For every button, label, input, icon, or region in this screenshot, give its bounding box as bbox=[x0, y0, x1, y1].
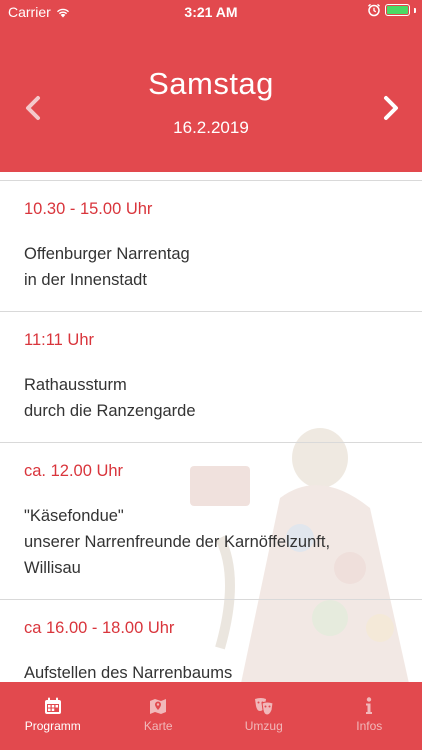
event-item[interactable]: 10.30 - 15.00 Uhr Offenburger Narrentag … bbox=[0, 180, 422, 311]
masks-icon bbox=[254, 698, 274, 716]
battery-icon bbox=[385, 4, 410, 16]
tab-label: Umzug bbox=[244, 719, 283, 733]
chevron-right-icon[interactable] bbox=[376, 94, 404, 122]
calendar-icon bbox=[44, 697, 61, 714]
battery-fill bbox=[387, 6, 408, 14]
tab-label: Karte bbox=[143, 719, 173, 733]
map-icon bbox=[150, 699, 167, 714]
event-list[interactable]: 10.30 - 15.00 Uhr Offenburger Narrentag … bbox=[0, 180, 422, 682]
event-item[interactable]: 11:11 Uhr Rathaussturm durch die Ranzeng… bbox=[0, 311, 422, 442]
event-description: Rathaussturm durch die Ranzengarde bbox=[24, 376, 196, 420]
day-title: Samstag bbox=[148, 66, 274, 101]
status-bar: Carrier 3:21 AM bbox=[0, 0, 422, 24]
event-description: Offenburger Narrentag in der Innenstadt bbox=[24, 245, 190, 289]
tab-umzug[interactable]: Umzug bbox=[211, 682, 317, 750]
tab-karte[interactable]: Karte bbox=[106, 682, 212, 750]
tab-bar: Programm Karte Umzug Infos bbox=[0, 682, 422, 750]
event-description: Aufstellen des Narrenbaums bbox=[24, 664, 233, 682]
tab-label: Programm bbox=[24, 719, 81, 733]
tab-label: Infos bbox=[356, 719, 383, 733]
header: Carrier 3:21 AM Samstag 16.2.2019 bbox=[0, 0, 422, 172]
info-icon bbox=[366, 697, 373, 714]
event-item[interactable]: ca 16.00 - 18.00 Uhr Aufstellen des Narr… bbox=[0, 599, 422, 682]
tab-infos[interactable]: Infos bbox=[317, 682, 422, 750]
status-right bbox=[367, 3, 416, 17]
event-item[interactable]: ca. 12.00 Uhr "Käsefondue" unserer Narre… bbox=[0, 442, 422, 599]
event-time: 11:11 Uhr bbox=[24, 331, 95, 349]
day-date: 16.2.2019 bbox=[173, 118, 249, 137]
event-description: "Käsefondue" unserer Narrenfreunde der K… bbox=[24, 507, 331, 577]
tab-programm[interactable]: Programm bbox=[0, 682, 106, 750]
alarm-icon bbox=[368, 3, 380, 17]
event-time: 10.30 - 15.00 Uhr bbox=[24, 200, 153, 218]
status-time: 3:21 AM bbox=[184, 4, 238, 20]
event-time: ca 16.00 - 18.00 Uhr bbox=[24, 619, 175, 637]
event-time: ca. 12.00 Uhr bbox=[24, 462, 124, 480]
battery-cap bbox=[414, 7, 416, 13]
